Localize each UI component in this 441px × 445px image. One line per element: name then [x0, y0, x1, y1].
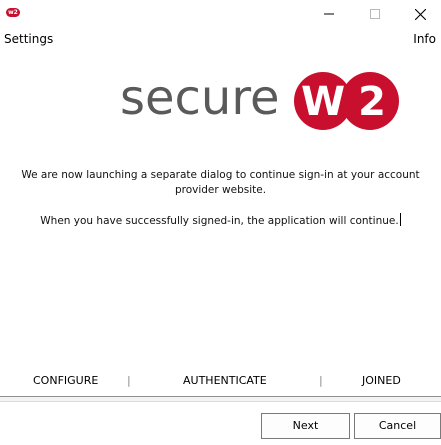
step-separator: |	[127, 374, 131, 387]
launch-message: We are now launching a separate dialog t…	[21, 169, 420, 196]
continue-message: When you have successfully signed-in, th…	[10, 213, 431, 229]
cancel-button[interactable]: Cancel	[354, 413, 441, 439]
close-icon	[414, 8, 426, 20]
title-bar: w2	[0, 0, 441, 28]
maximize-button[interactable]	[352, 0, 398, 28]
logo-badge-w-text: W	[301, 79, 345, 125]
continue-message-text: When you have successfully signed-in, th…	[40, 215, 399, 227]
menu-settings[interactable]: Settings	[4, 32, 53, 46]
minimize-icon	[324, 13, 334, 15]
menu-bar: Settings Info	[0, 30, 441, 48]
maximize-icon	[370, 9, 380, 19]
step-authenticate: AUTHENTICATE	[183, 374, 267, 387]
close-button[interactable]	[397, 0, 441, 28]
text-caret	[399, 213, 401, 226]
securew2-window: w2 Settings Info secure W 2 We are now l…	[0, 0, 441, 445]
app-icon: w2	[6, 8, 20, 17]
progress-steps: CONFIGURE | AUTHENTICATE | JOINED	[0, 374, 441, 390]
logo-text: secure	[120, 70, 280, 126]
next-button[interactable]: Next	[261, 413, 350, 439]
progress-track	[0, 396, 441, 402]
securew2-logo: secure W 2	[120, 70, 399, 130]
minimize-button[interactable]	[306, 0, 352, 28]
step-joined: JOINED	[362, 374, 401, 387]
step-configure: CONFIGURE	[33, 374, 99, 387]
menu-info[interactable]: Info	[413, 32, 436, 46]
step-separator: |	[319, 374, 323, 387]
logo-badge-2-text: 2	[358, 79, 386, 125]
